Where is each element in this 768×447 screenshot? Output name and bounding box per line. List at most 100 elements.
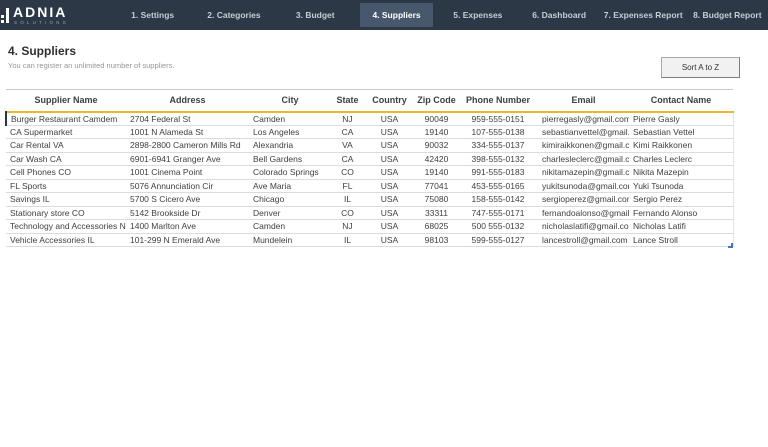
cell-zip-code[interactable]: 33311 — [415, 206, 458, 220]
cell-email[interactable]: nikitamazepin@gmail.com — [538, 166, 629, 180]
cell-contact-name[interactable]: Sergio Perez — [629, 193, 733, 207]
cell-zip-code[interactable]: 19140 — [415, 125, 458, 139]
nav-tab-suppliers[interactable]: 4. Suppliers — [360, 3, 433, 27]
cell-email[interactable]: fernandoalonso@gmail.com — [538, 206, 629, 220]
cell-country[interactable]: USA — [364, 112, 415, 126]
cell-phone-number[interactable]: 334-555-0137 — [458, 139, 538, 153]
nav-tab-budget-report[interactable]: 8. Budget Report — [691, 3, 764, 27]
cell-state[interactable]: CA — [331, 152, 364, 166]
cell-supplier-name[interactable]: Savings IL — [6, 193, 126, 207]
cell-supplier-name[interactable]: Car Rental VA — [6, 139, 126, 153]
cell-city[interactable]: Ave Maria — [249, 179, 331, 193]
cell-country[interactable]: USA — [364, 166, 415, 180]
cell-phone-number[interactable]: 959-555-0151 — [458, 112, 538, 126]
cell-email[interactable]: nicholaslatifi@gmail.com — [538, 220, 629, 234]
cell-country[interactable]: USA — [364, 193, 415, 207]
cell-address[interactable]: 1400 Marlton Ave — [126, 220, 249, 234]
cell-contact-name[interactable]: Lance Stroll — [629, 233, 733, 247]
cell-phone-number[interactable]: 500 555-0132 — [458, 220, 538, 234]
cell-supplier-name[interactable]: Technology and Accessories NJ — [6, 220, 126, 234]
cell-address[interactable]: 2704 Federal St — [126, 112, 249, 126]
cell-city[interactable]: Mundelein — [249, 233, 331, 247]
column-header-city[interactable]: City — [249, 90, 331, 112]
cell-country[interactable]: USA — [364, 233, 415, 247]
cell-city[interactable]: Los Angeles — [249, 125, 331, 139]
cell-supplier-name[interactable]: Vehicle Accessories IL — [6, 233, 126, 247]
cell-state[interactable]: CO — [331, 206, 364, 220]
cell-contact-name[interactable]: Yuki Tsunoda — [629, 179, 733, 193]
cell-country[interactable]: USA — [364, 139, 415, 153]
cell-email[interactable]: sergioperez@gmail.com — [538, 193, 629, 207]
cell-address[interactable]: 5700 S Cicero Ave — [126, 193, 249, 207]
cell-supplier-name[interactable]: CA Supermarket — [6, 125, 126, 139]
cell-phone-number[interactable]: 747-555-0171 — [458, 206, 538, 220]
cell-supplier-name[interactable]: FL Sports — [6, 179, 126, 193]
cell-contact-name[interactable]: Nicholas Latifi — [629, 220, 733, 234]
cell-state[interactable]: FL — [331, 179, 364, 193]
cell-state[interactable]: VA — [331, 139, 364, 153]
cell-city[interactable]: Camden — [249, 112, 331, 126]
cell-city[interactable]: Bell Gardens — [249, 152, 331, 166]
cell-supplier-name[interactable]: Car Wash CA — [6, 152, 126, 166]
column-header-email[interactable]: Email — [538, 90, 629, 112]
cell-country[interactable]: USA — [364, 125, 415, 139]
cell-city[interactable]: Colorado Springs — [249, 166, 331, 180]
cell-email[interactable]: lancestroll@gmail.com — [538, 233, 629, 247]
cell-zip-code[interactable]: 68025 — [415, 220, 458, 234]
cell-email[interactable]: sebastianvettel@gmail.com — [538, 125, 629, 139]
cell-zip-code[interactable]: 98103 — [415, 233, 458, 247]
nav-tab-categories[interactable]: 2. Categories — [197, 3, 270, 27]
cell-contact-name[interactable]: Pierre Gasly — [629, 112, 733, 126]
cell-state[interactable]: CO — [331, 166, 364, 180]
cell-state[interactable]: NJ — [331, 220, 364, 234]
table-resize-handle[interactable] — [728, 243, 733, 248]
cell-phone-number[interactable]: 398-555-0132 — [458, 152, 538, 166]
cell-zip-code[interactable]: 19140 — [415, 166, 458, 180]
column-header-address[interactable]: Address — [126, 90, 249, 112]
cell-zip-code[interactable]: 77041 — [415, 179, 458, 193]
cell-address[interactable]: 5142 Brookside Dr — [126, 206, 249, 220]
cell-email[interactable]: yukitsunoda@gmail.com — [538, 179, 629, 193]
cell-address[interactable]: 101-299 N Emerald Ave — [126, 233, 249, 247]
cell-zip-code[interactable]: 75080 — [415, 193, 458, 207]
cell-state[interactable]: IL — [331, 233, 364, 247]
cell-email[interactable]: charlesleclerc@gmail.com — [538, 152, 629, 166]
cell-city[interactable]: Chicago — [249, 193, 331, 207]
nav-tab-expenses-report[interactable]: 7. Expenses Report — [604, 3, 683, 27]
cell-country[interactable]: USA — [364, 179, 415, 193]
cell-address[interactable]: 5076 Annunciation Cir — [126, 179, 249, 193]
cell-city[interactable]: Camden — [249, 220, 331, 234]
nav-tab-expenses[interactable]: 5. Expenses — [441, 3, 514, 27]
cell-phone-number[interactable]: 107-555-0138 — [458, 125, 538, 139]
column-header-contact-name[interactable]: Contact Name — [629, 90, 733, 112]
column-header-state[interactable]: State — [331, 90, 364, 112]
nav-tab-settings[interactable]: 1. Settings — [116, 3, 189, 27]
cell-phone-number[interactable]: 453-555-0165 — [458, 179, 538, 193]
cell-email[interactable]: pierregasly@gmail.com — [538, 112, 629, 126]
cell-address[interactable]: 2898-2800 Cameron Mills Rd — [126, 139, 249, 153]
cell-state[interactable]: NJ — [331, 112, 364, 126]
cell-state[interactable]: CA — [331, 125, 364, 139]
column-header-phone-number[interactable]: Phone Number — [458, 90, 538, 112]
cell-email[interactable]: kimiraikkonen@gmail.com — [538, 139, 629, 153]
sort-a-to-z-button[interactable]: Sort A to Z — [661, 57, 740, 78]
cell-country[interactable]: USA — [364, 152, 415, 166]
cell-city[interactable]: Denver — [249, 206, 331, 220]
cell-supplier-name[interactable]: Cell Phones CO — [6, 166, 126, 180]
cell-supplier-name[interactable]: Burger Restaurant Camdem — [6, 112, 126, 126]
cell-city[interactable]: Alexandria — [249, 139, 331, 153]
column-header-supplier-name[interactable]: Supplier Name — [6, 90, 126, 112]
cell-contact-name[interactable]: Kimi Raikkonen — [629, 139, 733, 153]
cell-country[interactable]: USA — [364, 220, 415, 234]
cell-zip-code[interactable]: 90032 — [415, 139, 458, 153]
cell-address[interactable]: 1001 Cinema Point — [126, 166, 249, 180]
cell-phone-number[interactable]: 991-555-0183 — [458, 166, 538, 180]
cell-contact-name[interactable]: Sebastian Vettel — [629, 125, 733, 139]
cell-address[interactable]: 6901-6941 Granger Ave — [126, 152, 249, 166]
cell-contact-name[interactable]: Charles Leclerc — [629, 152, 733, 166]
nav-tab-budget[interactable]: 3. Budget — [279, 3, 352, 27]
cell-contact-name[interactable]: Fernando Alonso — [629, 206, 733, 220]
cell-phone-number[interactable]: 599-555-0127 — [458, 233, 538, 247]
cell-contact-name[interactable]: Nikita Mazepin — [629, 166, 733, 180]
cell-address[interactable]: 1001 N Alameda St — [126, 125, 249, 139]
